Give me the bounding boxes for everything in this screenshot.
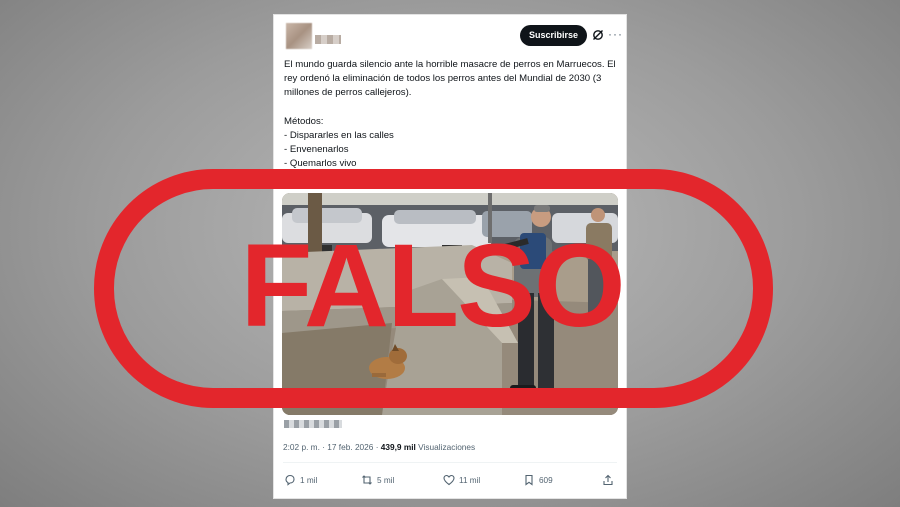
reply-button[interactable]: 1 mil <box>284 473 317 487</box>
reply-icon <box>285 474 295 486</box>
share-button[interactable] <box>602 473 614 487</box>
photo-scene <box>282 193 618 415</box>
avatar[interactable] <box>286 23 312 49</box>
views-count: 439,9 mil <box>380 442 416 452</box>
tweet-time[interactable]: 2:02 p. m. · 17 feb. 2026 · <box>283 442 381 452</box>
share-icon <box>603 474 613 486</box>
grok-icon[interactable] <box>592 29 604 41</box>
like-count: 11 mil <box>459 475 481 485</box>
actions-divider <box>283 462 617 463</box>
views-label: Visualizaciones <box>415 442 476 452</box>
author-name-blurred[interactable] <box>315 35 341 44</box>
tweet-meta: 2:02 p. m. · 17 feb. 2026 · 439,9 mil Vi… <box>283 442 475 452</box>
bookmark-icon <box>525 474 533 486</box>
repost-count: 5 mil <box>377 475 395 485</box>
handle-blurred[interactable] <box>284 420 342 428</box>
more-options-icon[interactable]: ··· <box>608 27 623 41</box>
reply-count: 1 mil <box>300 475 318 485</box>
tweet-photo[interactable] <box>282 193 618 415</box>
bookmark-button[interactable]: 609 <box>523 473 553 487</box>
tweet-text: El mundo guarda silencio ante la horribl… <box>284 59 616 184</box>
subscribe-button[interactable]: Suscribirse <box>520 25 587 46</box>
tweet-card: Suscribirse ··· El mundo guarda silencio… <box>273 14 627 499</box>
like-button[interactable]: 11 mil <box>443 473 480 487</box>
like-icon <box>443 474 455 486</box>
bookmark-count: 609 <box>539 475 553 485</box>
repost-icon <box>362 475 372 485</box>
repost-button[interactable]: 5 mil <box>361 473 394 487</box>
